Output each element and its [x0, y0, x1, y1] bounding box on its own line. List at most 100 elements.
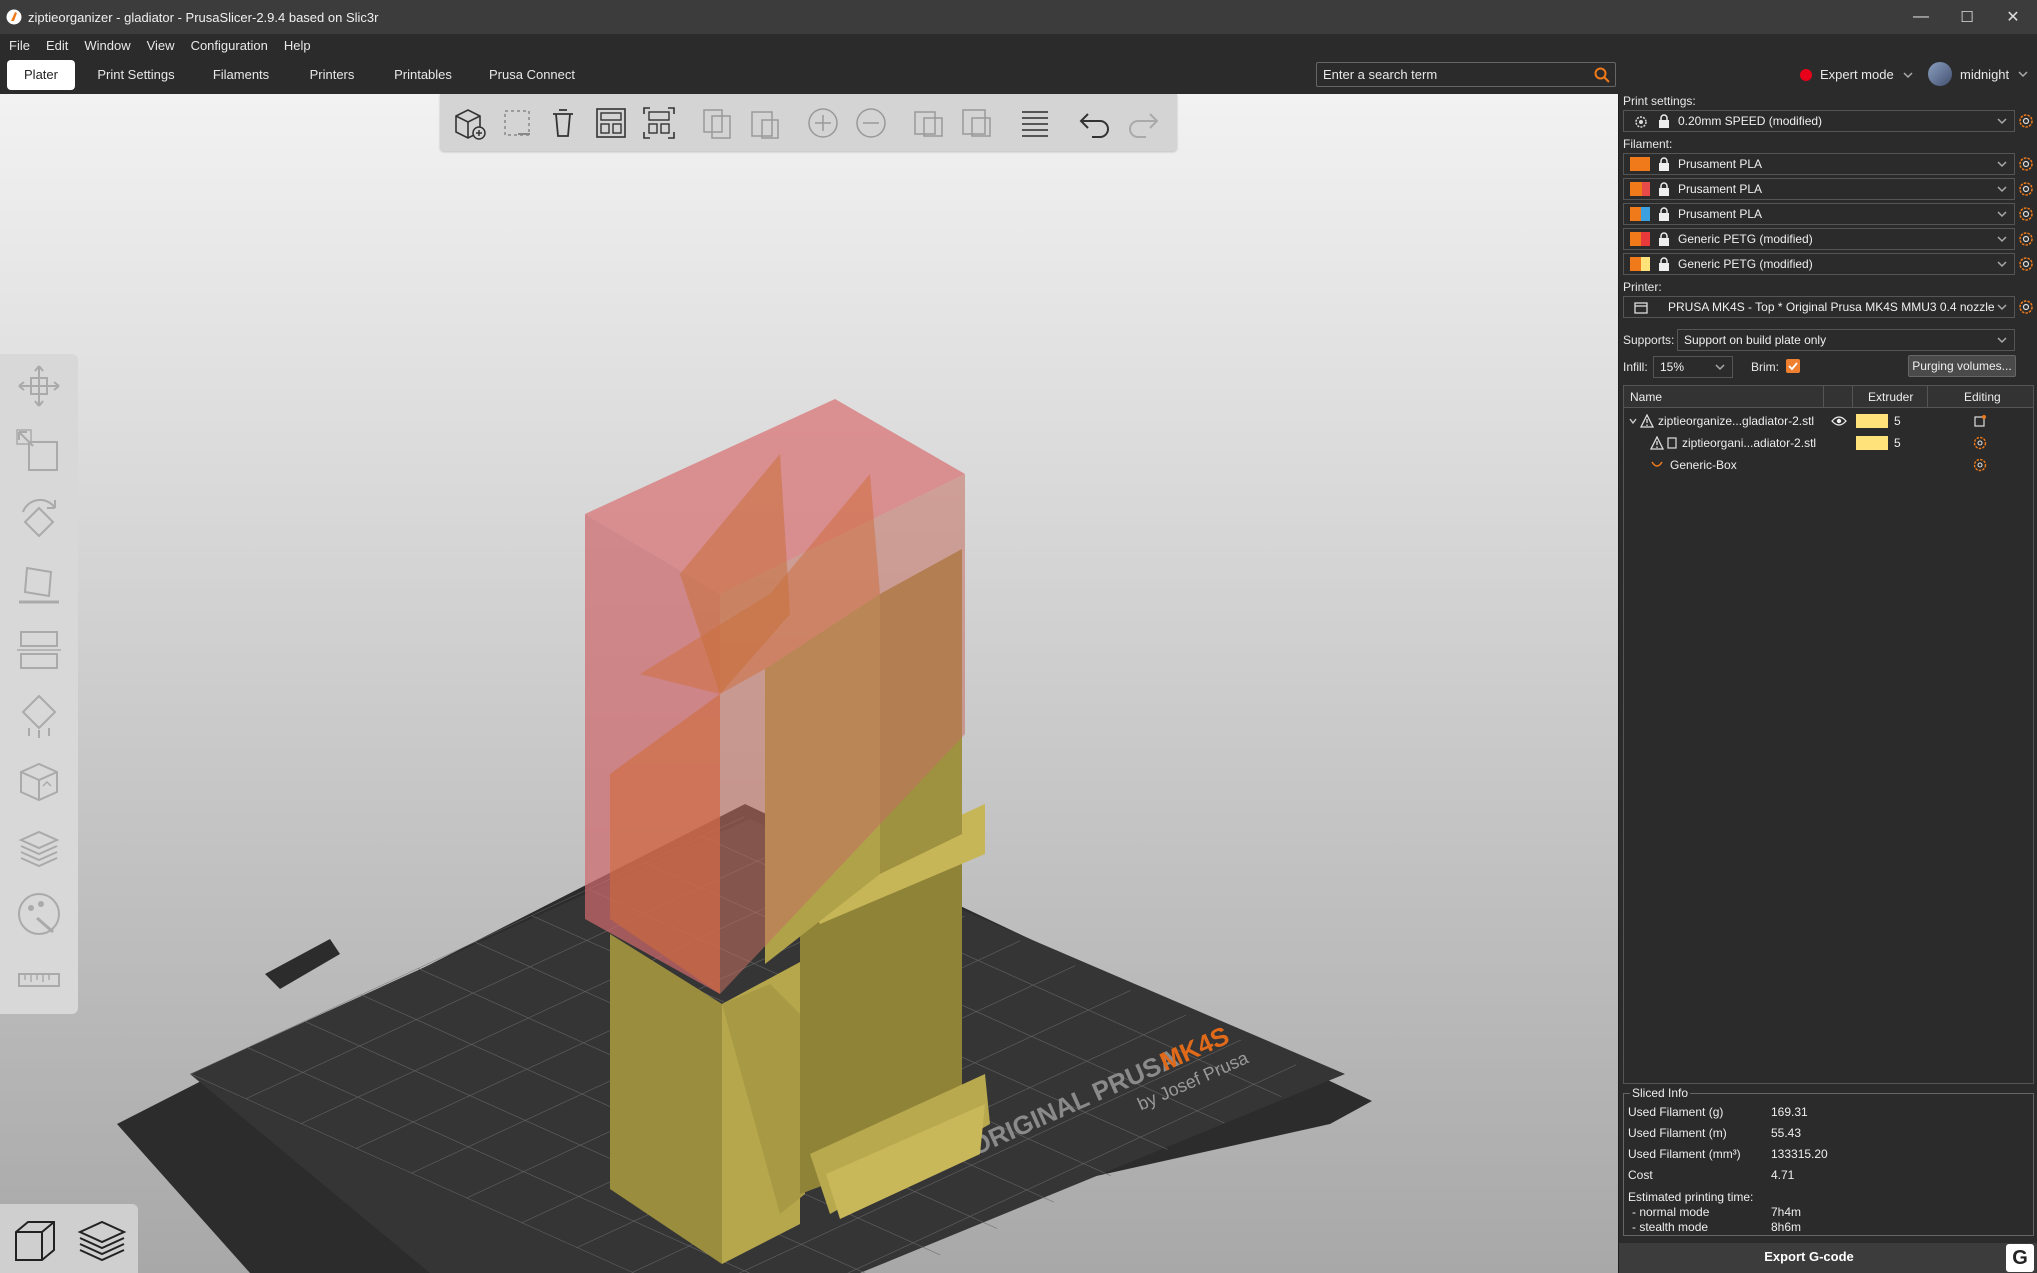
printer-select[interactable]: PRUSA MK4S - Top * Original Prusa MK4S M… [1623, 296, 2015, 318]
object-row[interactable]: Generic-Box [1624, 454, 2033, 476]
scene-canvas[interactable]: ORIGINAL PRUSA MK4S by Josef Prusa [0, 94, 1618, 1273]
print-profile-select[interactable]: 0.20mm SPEED (modified) [1623, 110, 2015, 132]
object-name: ziptieorgani...adiator-2.stl [1682, 436, 1817, 450]
tab-prusa-connect[interactable]: Prusa Connect [486, 60, 578, 90]
measure-icon[interactable] [13, 954, 65, 1006]
3d-view-icon[interactable] [8, 1214, 62, 1268]
maximize-button[interactable]: ☐ [1944, 0, 1990, 34]
search-icon[interactable] [1593, 66, 1611, 84]
tab-printers[interactable]: Printers [300, 60, 364, 90]
move-icon[interactable] [13, 360, 65, 412]
checkmark-icon [1788, 362, 1798, 371]
title-bar: ziptieorganizer - gladiator - PrusaSlice… [0, 0, 2037, 34]
supports-label: Supports: [1623, 333, 1675, 347]
supports-select[interactable]: Support on build plate only [1677, 329, 2015, 351]
add-instance-icon[interactable] [804, 104, 842, 142]
object-row[interactable]: ziptieorganize...gladiator-2.stl 5 [1624, 410, 2033, 432]
object-name: ziptieorganize...gladiator-2.stl [1658, 414, 1815, 428]
mode-selector[interactable]: Expert mode [1800, 67, 1914, 82]
3d-viewport[interactable]: ORIGINAL PRUSA MK4S by Josef Prusa [0, 94, 1618, 1273]
settings-gear-icon[interactable] [2018, 256, 2034, 272]
lock-icon [1659, 207, 1669, 221]
scale-icon[interactable] [13, 426, 65, 478]
settings-gear-icon[interactable] [2018, 113, 2034, 129]
normal-mode-value: 7h4m [1771, 1205, 1802, 1219]
add-object-icon[interactable] [450, 104, 488, 142]
chevron-down-icon [1997, 186, 2007, 193]
print-profile-value: 0.20mm SPEED (modified) [1678, 114, 1823, 128]
user-name: midnight [1960, 66, 2010, 82]
paste-icon[interactable] [746, 104, 784, 142]
close-button[interactable]: ✕ [1990, 0, 2036, 34]
purging-volumes-button[interactable]: Purging volumes... [1908, 355, 2016, 377]
filament-select-3[interactable]: Prusament PLA [1623, 203, 2015, 225]
tab-plater[interactable]: Plater [7, 60, 75, 90]
variable-layer-icon[interactable] [13, 822, 65, 874]
arrange-icon[interactable] [592, 104, 630, 142]
delete-object-icon[interactable] [498, 104, 536, 142]
filament-select-2[interactable]: Prusament PLA [1623, 178, 2015, 200]
gcode-viewer-icon[interactable]: G [2006, 1244, 2034, 1272]
settings-gear-icon[interactable] [1973, 458, 1987, 472]
delete-all-icon[interactable] [544, 104, 582, 142]
rotate-icon[interactable] [13, 492, 65, 544]
settings-gear-icon[interactable] [1973, 436, 1987, 450]
settings-gear-icon[interactable] [2018, 181, 2034, 197]
mmu-paint-icon[interactable] [13, 888, 65, 940]
support-paint-icon[interactable] [13, 690, 65, 742]
infill-select[interactable]: 15% [1653, 356, 1733, 378]
extruder-color-swatch[interactable] [1856, 414, 1888, 428]
undo-icon[interactable] [1076, 104, 1114, 142]
column-header-editing[interactable]: Editing [1964, 390, 2001, 404]
place-on-face-icon[interactable] [13, 558, 65, 610]
modifier-icon [1651, 461, 1663, 467]
redo-icon[interactable] [1124, 104, 1162, 142]
menu-help[interactable]: Help [276, 34, 319, 58]
layers-editing-icon[interactable] [1016, 104, 1054, 142]
copy-icon[interactable] [698, 104, 736, 142]
user-menu[interactable]: midnight [1928, 62, 2029, 86]
menu-file[interactable]: File [0, 34, 38, 58]
preview-view-icon[interactable] [74, 1214, 128, 1268]
expand-chevron-icon[interactable] [1628, 416, 1638, 426]
column-header-extruder[interactable]: Extruder [1868, 390, 1913, 404]
object-row[interactable]: ziptieorgani...adiator-2.stl 5 [1624, 432, 2033, 454]
tab-print-settings[interactable]: Print Settings [92, 60, 180, 90]
cut-icon[interactable] [13, 624, 65, 676]
filament-select-1[interactable]: Prusament PLA [1623, 153, 2015, 175]
column-header-name[interactable]: Name [1630, 390, 1662, 404]
gear-icon [1635, 116, 1647, 128]
edit-settings-icon[interactable] [1973, 414, 1987, 428]
filament-select-5[interactable]: Generic PETG (modified) [1623, 253, 2015, 275]
search-box [1316, 62, 1616, 87]
menu-configuration[interactable]: Configuration [183, 34, 276, 58]
tab-filaments[interactable]: Filaments [204, 60, 278, 90]
brim-checkbox[interactable] [1786, 359, 1800, 373]
settings-gear-icon[interactable] [2018, 156, 2034, 172]
chevron-down-icon [1715, 364, 1725, 371]
settings-gear-icon[interactable] [2018, 299, 2034, 315]
menu-edit[interactable]: Edit [38, 34, 76, 58]
infill-label: Infill: [1623, 360, 1648, 374]
chevron-down-icon [1997, 304, 2007, 311]
split-parts-icon[interactable] [958, 104, 996, 142]
search-input[interactable] [1323, 65, 1583, 84]
arrange-selection-icon[interactable] [640, 104, 678, 142]
minimize-button[interactable]: — [1898, 0, 1944, 34]
chevron-down-icon [1997, 161, 2007, 168]
menu-window[interactable]: Window [76, 34, 138, 58]
seam-paint-icon[interactable] [13, 756, 65, 808]
split-objects-icon[interactable] [910, 104, 948, 142]
tab-printables[interactable]: Printables [388, 60, 458, 90]
extruder-color-swatch[interactable] [1856, 436, 1888, 450]
settings-gear-icon[interactable] [2018, 231, 2034, 247]
remove-instance-icon[interactable] [852, 104, 890, 142]
normal-mode-label: - normal mode [1632, 1205, 1710, 1219]
menu-view[interactable]: View [139, 34, 183, 58]
eye-icon[interactable] [1831, 415, 1847, 427]
printer-label: Printer: [1623, 280, 1662, 294]
filament-select-4[interactable]: Generic PETG (modified) [1623, 228, 2015, 250]
settings-gear-icon[interactable] [2018, 206, 2034, 222]
export-gcode-button[interactable]: Export G-code [1619, 1249, 1999, 1264]
chevron-down-icon [2018, 71, 2028, 78]
